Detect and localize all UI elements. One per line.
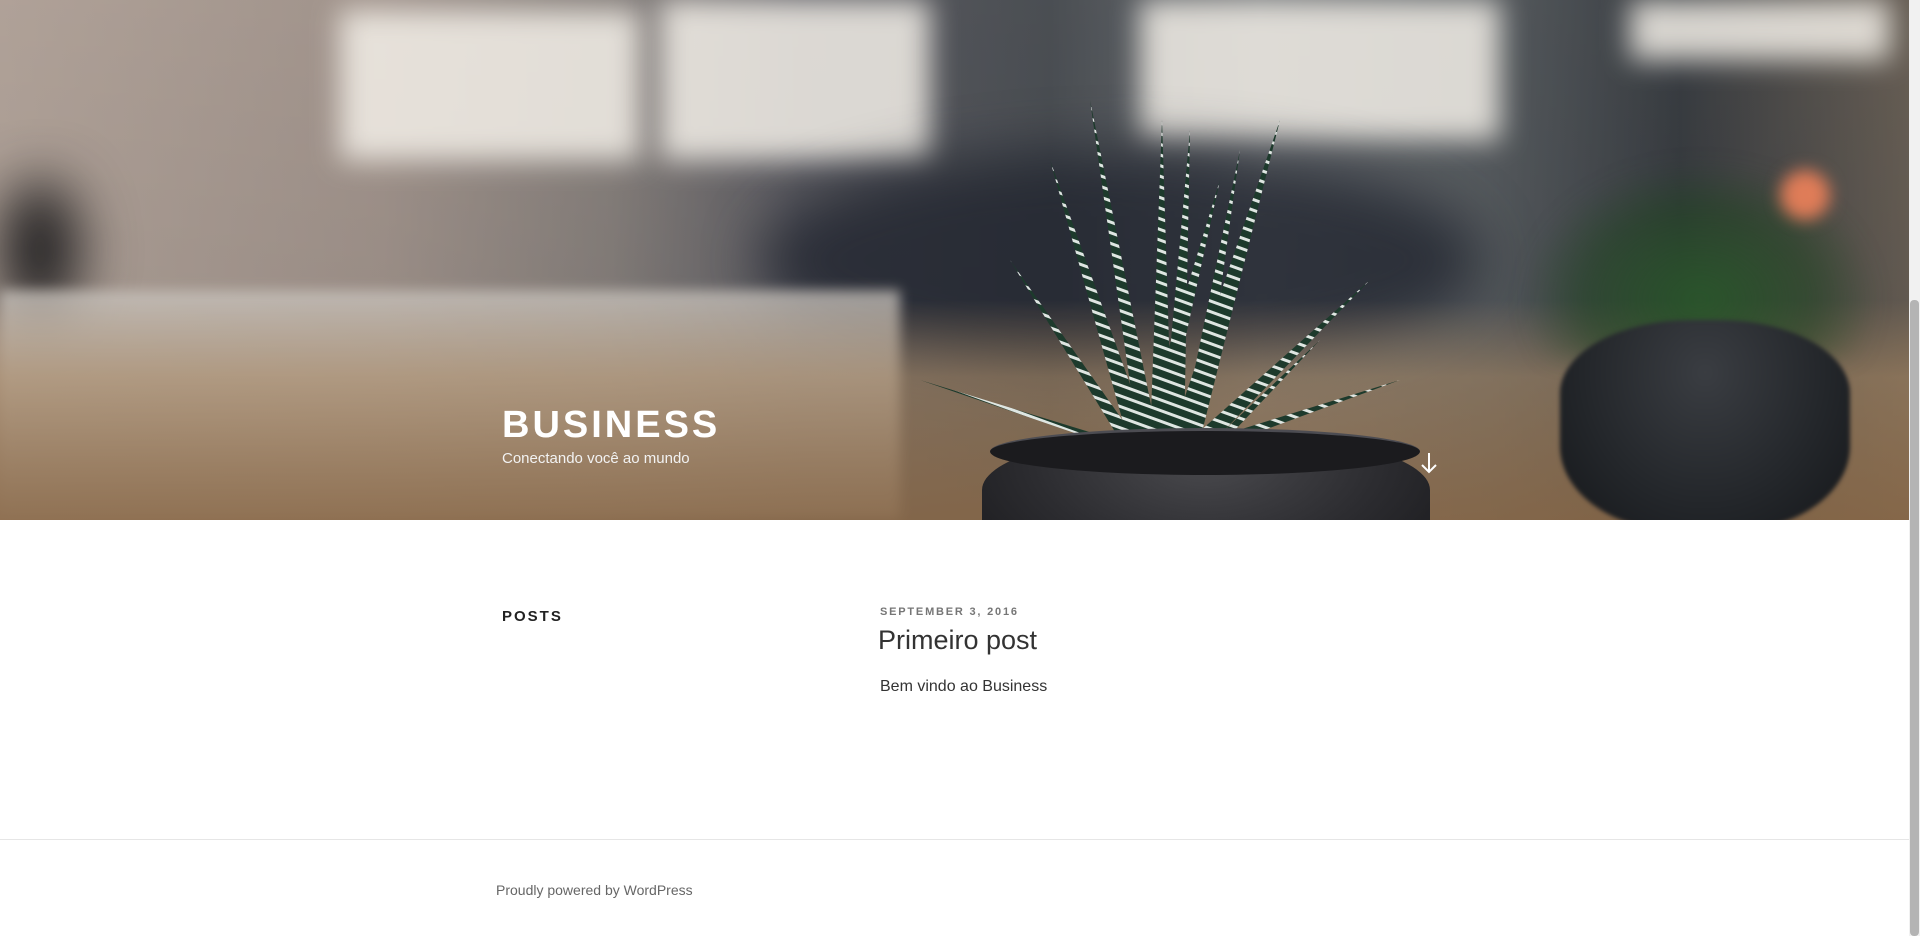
background-window: [660, 0, 930, 160]
background-pot: [1560, 320, 1850, 520]
scroll-down-button[interactable]: [1418, 450, 1440, 476]
site-description: Conectando você ao mundo: [502, 450, 690, 467]
background-window: [1630, 0, 1890, 60]
footer-credit-link[interactable]: Proudly powered by WordPress: [496, 882, 693, 898]
scrollbar-thumb[interactable]: [1910, 300, 1919, 936]
succulent-leaves: [920, 100, 1400, 452]
background-window: [340, 10, 640, 160]
post-date-link[interactable]: SEPTEMBER 3, 2016: [880, 606, 1440, 618]
page-scrollbar[interactable]: [1909, 0, 1920, 936]
post-title-link[interactable]: Primeiro post: [878, 625, 1037, 655]
post-entry: SEPTEMBER 3, 2016 Primeiro post Bem vind…: [878, 606, 1440, 696]
site-title[interactable]: BUSINESS: [502, 404, 720, 446]
post-title: Primeiro post: [878, 623, 1440, 657]
background-light: [1780, 170, 1830, 220]
page-title: POSTS: [502, 608, 563, 625]
site-branding: BUSINESS Conectando você ao mundo: [502, 404, 720, 467]
arrow-down-icon: [1421, 453, 1437, 474]
custom-header-image: BUSINESS Conectando você ao mundo: [0, 0, 1909, 520]
footer-divider: [0, 839, 1909, 840]
plant-pot-rim: [990, 428, 1420, 475]
page: BUSINESS Conectando você ao mundo POSTS …: [0, 0, 1909, 936]
post-excerpt: Bem vindo ao Business: [880, 678, 1048, 695]
